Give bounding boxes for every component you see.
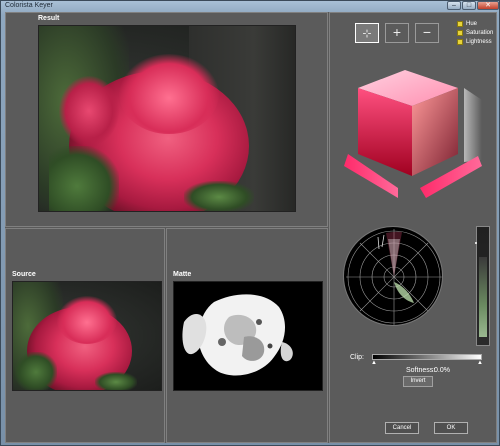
lightness-label: Lightness (466, 39, 492, 45)
clip-slider[interactable]: ▲ ▲ (371, 354, 483, 366)
invert-button[interactable]: Invert (403, 376, 433, 387)
lightness-check-box[interactable] (457, 39, 463, 45)
plus-icon: + (392, 24, 402, 40)
source-image (12, 281, 162, 391)
matte-panel: Matte (166, 228, 328, 443)
clip-label: Clip: (350, 354, 365, 361)
hue-label: Hue (466, 21, 478, 27)
hue-checkbox[interactable]: Hue (457, 21, 477, 27)
hue-check-box[interactable] (457, 21, 463, 27)
minimize-button[interactable]: – (447, 1, 461, 10)
add-key-button[interactable]: + (385, 23, 409, 43)
maximize-button[interactable]: □ (462, 1, 476, 10)
result-image (38, 25, 296, 212)
result-panel: Result (5, 12, 328, 227)
eyedropper-icon: ⊹ (362, 28, 372, 40)
close-button[interactable]: ✕ (477, 1, 499, 10)
minus-icon: − (422, 24, 432, 40)
title-bar[interactable]: Colorista Keyer – □ ✕ (1, 1, 500, 12)
subtract-key-button[interactable]: − (415, 23, 439, 43)
saturation-label: Saturation (466, 30, 494, 36)
matte-label: Matte (173, 271, 192, 278)
ok-button[interactable]: OK (434, 422, 468, 434)
controls-panel: ⊹ + − Hue Saturation Lightness Clip: ▲ ▲… (329, 12, 497, 443)
clip-high-handle[interactable]: ▲ (477, 360, 483, 366)
source-panel: Source (5, 228, 165, 443)
hue-wheel[interactable] (343, 226, 443, 326)
hsl-cube[interactable] (340, 58, 490, 208)
window-title: Colorista Keyer (5, 2, 53, 9)
lightness-bar[interactable] (475, 226, 490, 346)
cancel-button[interactable]: Cancel (385, 422, 419, 434)
eyedropper-button[interactable]: ⊹ (355, 23, 379, 43)
softness-value[interactable]: 0.0% (434, 367, 450, 374)
softness-label: Softness: (406, 367, 436, 374)
saturation-checkbox[interactable]: Saturation (457, 30, 493, 36)
matte-image (173, 281, 323, 391)
saturation-check-box[interactable] (457, 30, 463, 36)
source-label: Source (12, 271, 36, 278)
clip-low-handle[interactable]: ▲ (371, 360, 377, 366)
result-label: Result (38, 15, 60, 22)
keyer-client-area: Result Source Matte ⊹ + − Hue Saturation… (5, 12, 497, 443)
keyer-window: Colorista Keyer – □ ✕ Result Source Matt… (0, 0, 500, 446)
lightness-checkbox[interactable]: Lightness (457, 39, 492, 45)
